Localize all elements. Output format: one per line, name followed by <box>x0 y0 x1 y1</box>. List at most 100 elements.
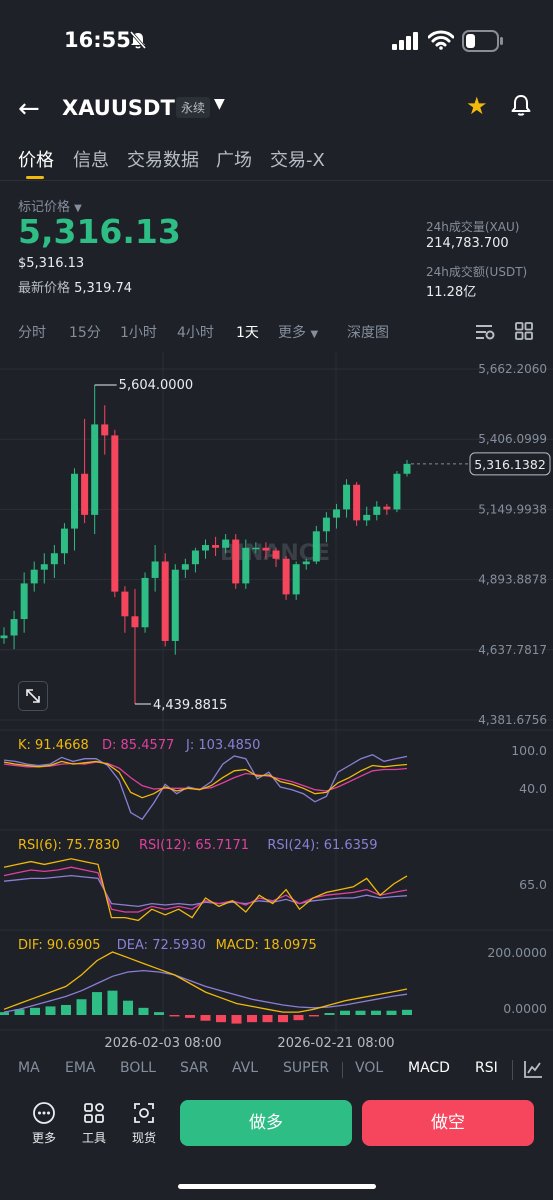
candle-body <box>393 473 401 510</box>
back-arrow-icon[interactable]: ← <box>18 94 40 124</box>
indicator-axis-label: 100.0 <box>511 743 547 758</box>
interval-15m[interactable]: 15分 <box>69 322 101 342</box>
rsi24-line <box>3 874 408 908</box>
tools-action[interactable]: 工具 <box>74 1101 114 1146</box>
macd-histogram-bar <box>61 1004 71 1015</box>
interval-1d[interactable]: 1天 <box>236 322 259 342</box>
more-action[interactable]: 更多 <box>24 1101 64 1146</box>
rsi6-label: RSI(6): 75.7830 <box>18 838 120 853</box>
current-price-value: 5,316.1382 <box>474 457 546 472</box>
tab-square[interactable]: 广场 <box>216 146 252 172</box>
ind-ema[interactable]: EMA <box>65 1060 96 1076</box>
tab-trade-x[interactable]: 交易-X <box>270 146 325 172</box>
candle-body <box>222 539 230 548</box>
indicator-divider <box>342 1062 343 1078</box>
candle-body <box>322 517 330 532</box>
macd-histogram-bar <box>45 1006 56 1015</box>
more-label: 更多 <box>31 1131 56 1145</box>
short-button[interactable]: 做空 <box>362 1100 534 1146</box>
interval-4h[interactable]: 4小时 <box>177 322 214 342</box>
bell-icon[interactable] <box>508 92 534 118</box>
candle-body <box>131 616 139 628</box>
ind-sar[interactable]: SAR <box>180 1060 208 1076</box>
interval-1h[interactable]: 1小时 <box>120 322 157 342</box>
macd-histogram-bar <box>293 1015 304 1021</box>
kline-chart[interactable]: BINANCE 5,662.20605,406.09995,149.99384,… <box>0 350 553 1055</box>
symbol-title[interactable]: XAUUSDT <box>62 96 175 120</box>
candle-body <box>101 424 109 436</box>
macd-histogram-bar <box>278 1015 288 1023</box>
interval-more[interactable]: 更多 ▼ <box>278 322 318 342</box>
contract-type-badge: 永续 <box>176 97 211 118</box>
ind-rsi[interactable]: RSI <box>475 1060 498 1076</box>
macd-histogram-bar <box>185 1015 195 1018</box>
tab-price[interactable]: 价格 <box>18 146 54 172</box>
indicator-axis-label: 40.0 <box>519 781 547 796</box>
candle-body <box>312 531 320 562</box>
ind-avl[interactable]: AVL <box>232 1060 258 1076</box>
ind-macd[interactable]: MACD <box>408 1060 450 1076</box>
macd-histogram-bar <box>231 1015 242 1024</box>
macd-panel: DIF: 90.6905 DEA: 72.5930 MACD: 18.0975 200… <box>0 938 547 1051</box>
candle-body <box>302 561 310 565</box>
macd-histogram-bar <box>138 1007 149 1015</box>
fullscreen-button[interactable] <box>18 681 48 711</box>
interval-line[interactable]: 分时 <box>18 322 46 342</box>
candle-body <box>292 564 300 595</box>
low-label: 4,439.8815 <box>153 698 227 713</box>
chart-grid <box>0 352 553 1032</box>
macd-histogram-bar <box>324 1012 335 1015</box>
ind-vol[interactable]: VOL <box>355 1060 383 1076</box>
interval-more-label: 更多 <box>278 325 306 341</box>
home-indicator <box>178 1184 376 1189</box>
macd-histogram-bar <box>262 1015 273 1023</box>
candle-body <box>353 484 361 521</box>
ind-boll[interactable]: BOLL <box>120 1060 156 1076</box>
signal-icon <box>392 32 418 50</box>
macd-histogram-bar <box>371 1010 381 1015</box>
kdj-d-label: D: 85.4577 <box>102 738 174 753</box>
price-axis: 5,662.2060 5,406.0999 5,149.9938 4,893.8878… <box>478 362 547 727</box>
spot-action[interactable]: 现货 <box>124 1101 164 1146</box>
macd-histogram-bar <box>200 1015 211 1021</box>
tab-info[interactable]: 信息 <box>73 146 109 172</box>
candle-body <box>91 424 99 515</box>
candle-body <box>71 473 79 529</box>
macd-dea-label: DEA: 72.5930 <box>117 938 206 953</box>
tab-trading-data[interactable]: 交易数据 <box>127 146 199 172</box>
macd-histogram-bar <box>402 1009 412 1015</box>
candle-body <box>40 564 48 570</box>
kdj-panel: K: 91.4668 D: 85.4577 J: 103.4850 100.0 40.0 <box>3 738 547 821</box>
candle-body <box>252 547 260 550</box>
last-price-value: 5,319.74 <box>74 281 133 296</box>
active-tab-indicator <box>26 176 44 179</box>
long-button[interactable]: 做多 <box>180 1100 352 1146</box>
candle-body <box>332 509 340 518</box>
rsi12-line <box>3 866 408 913</box>
vol-base-label: 24h成交量(XAU) <box>426 220 520 234</box>
ind-super[interactable]: SUPER <box>283 1060 329 1076</box>
time-axis-label: 2026-02-21 08:00 <box>277 1036 394 1051</box>
price-axis-label: 5,406.0999 <box>478 432 547 446</box>
vol-quote-value: 11.28亿 <box>426 285 477 300</box>
macd-histogram-bar <box>107 990 118 1015</box>
layout-grid-icon[interactable] <box>514 321 534 341</box>
high-label: 5,604.0000 <box>119 378 193 393</box>
wifi-icon <box>428 30 454 50</box>
kdj-j-label: J: 103.4850 <box>185 738 260 753</box>
price-axis-label: 4,381.6756 <box>478 713 547 727</box>
symbol-dropdown-icon[interactable]: ▼ <box>214 96 225 112</box>
chart-tools-icon[interactable] <box>522 1058 544 1080</box>
vol-base-value: 214,783.700 <box>426 236 509 251</box>
indicator-axis-label: 65.0 <box>519 877 547 892</box>
indicator-settings-icon[interactable] <box>474 322 496 342</box>
candle-body <box>232 539 240 584</box>
macd-histogram-bar <box>123 1000 133 1015</box>
macd-histogram-bar <box>247 1015 257 1023</box>
favorite-star-icon[interactable]: ★ <box>466 92 488 120</box>
depth-chart-tab[interactable]: 深度图 <box>347 322 389 342</box>
ind-ma[interactable]: MA <box>18 1060 40 1076</box>
candle-body <box>202 545 209 551</box>
macd-histogram-bar <box>309 1015 319 1017</box>
macd-histogram-bar <box>92 992 102 1015</box>
